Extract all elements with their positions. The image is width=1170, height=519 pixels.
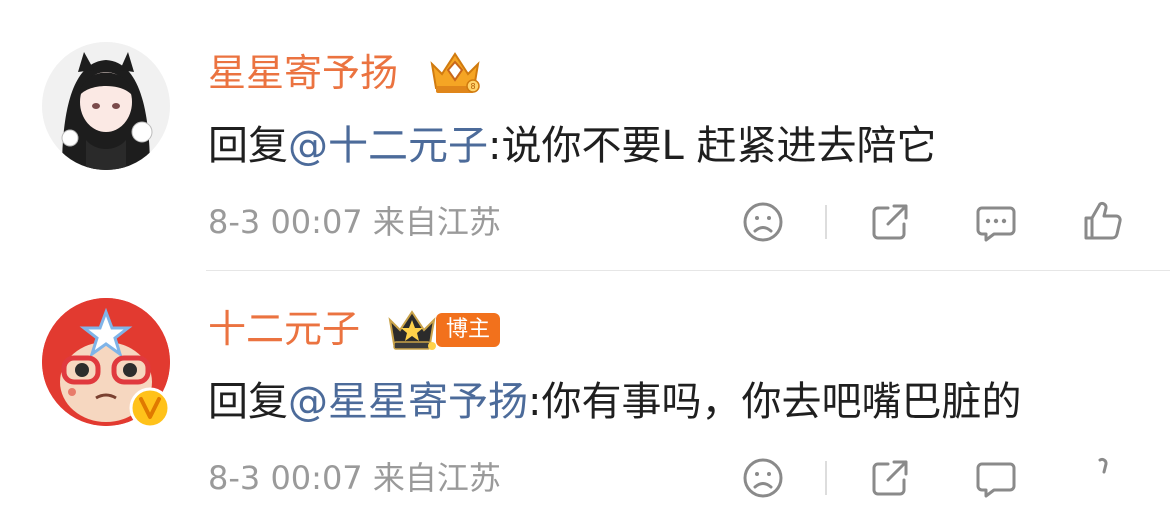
sad-face-icon[interactable] xyxy=(741,200,785,244)
comment-text: 回复@星星寄予扬:你有事吗，你去吧嘴巴脏的 xyxy=(208,376,1021,428)
reply-prefix: 回复 xyxy=(208,379,288,425)
comment-separator xyxy=(206,270,1170,271)
comment-text: 回复@十二元子:说你不要L 赶紧进去陪它 xyxy=(208,120,936,172)
comment-icon[interactable] xyxy=(974,200,1018,244)
username[interactable]: 星星寄予扬 xyxy=(208,50,398,96)
comment-icon[interactable] xyxy=(974,456,1018,500)
like-icon[interactable] xyxy=(1080,454,1124,498)
like-icon[interactable] xyxy=(1080,198,1124,242)
crown-badge-icon[interactable]: 8 xyxy=(428,48,482,96)
verified-v-icon xyxy=(128,386,172,430)
avatar-illustration xyxy=(42,42,170,170)
comment-content: :说你不要L 赶紧进去陪它 xyxy=(488,123,937,169)
share-icon[interactable] xyxy=(868,456,912,500)
author-badge: 博主 xyxy=(436,313,501,347)
share-icon[interactable] xyxy=(868,200,912,244)
avatar[interactable] xyxy=(42,42,170,170)
comment-content: :你有事吗，你去吧嘴巴脏的 xyxy=(528,379,1022,425)
reply-prefix: 回复 xyxy=(208,123,288,169)
action-divider xyxy=(825,205,827,239)
action-divider xyxy=(825,461,827,495)
sad-face-icon[interactable] xyxy=(741,456,785,500)
svg-text:8: 8 xyxy=(470,82,475,91)
mention-link[interactable]: @十二元子 xyxy=(288,123,488,169)
mention-link[interactable]: @星星寄予扬 xyxy=(288,379,528,425)
username[interactable]: 十二元子 xyxy=(208,306,360,352)
comment-meta: 8-3 00:07 来自江苏 xyxy=(208,203,501,241)
comment-meta: 8-3 00:07 来自江苏 xyxy=(208,459,501,497)
crown-badge-icon[interactable] xyxy=(386,306,438,352)
